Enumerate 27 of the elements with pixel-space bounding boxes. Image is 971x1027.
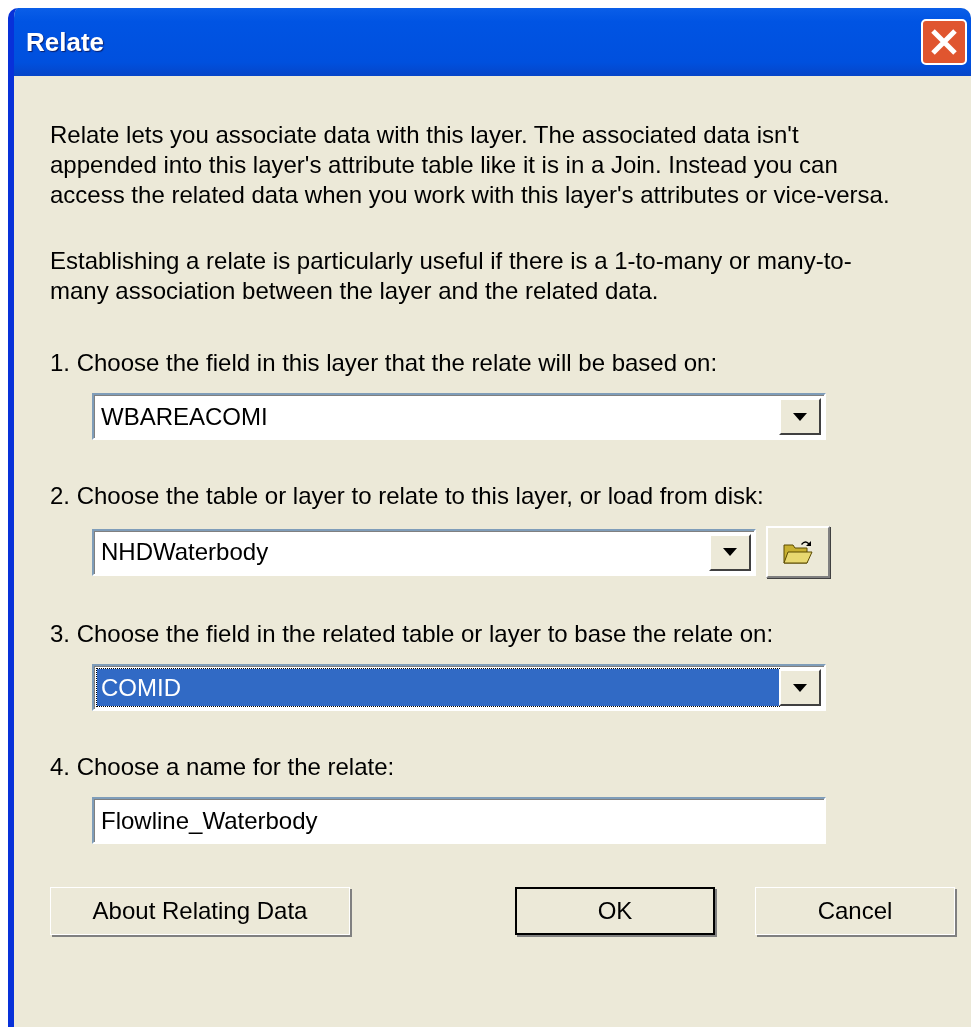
dropdown[interactable]: NHDWaterbody (92, 528, 756, 576)
window-title: Relate (26, 26, 105, 58)
close-button[interactable] (921, 19, 967, 65)
dropdown-arrow-button[interactable] (779, 669, 821, 706)
caret-icon (793, 683, 807, 692)
input-field[interactable]: Flowline_Waterbody (92, 797, 826, 844)
caret-icon (723, 548, 737, 556)
step-label: 1. Choose the field in this layer that the relate will be based on: (50, 348, 719, 378)
dropdown-value: COMID (97, 669, 779, 706)
close-icon (929, 27, 959, 57)
dialog-button[interactable]: Cancel (755, 887, 955, 935)
dropdown[interactable]: WBAREACOMI (92, 393, 826, 440)
dialog-button[interactable]: OK (515, 887, 715, 935)
dropdown-value: WBAREACOMI (100, 401, 269, 432)
step-label: 3. Choose the field in the related table or layer to base the relate on: (50, 619, 775, 649)
browse-button[interactable] (766, 526, 830, 578)
description-text: Relate lets you associate data with this layer. The associated data isn't appended into this layer's attribute table like it is in a Join. Instead you can access the related data when you work with this layer's attributes or vice-versa. (50, 120, 891, 210)
dialog-button[interactable]: About Relating Data (50, 887, 350, 935)
dropdown-arrow-button[interactable] (709, 533, 751, 571)
description-text: Establishing a relate is particularly useful if there is a 1-to-many or many-to-many association between the layer and the related data. (50, 246, 853, 306)
dropdown-value: NHDWaterbody (100, 537, 270, 567)
dropdown-arrow-button[interactable] (779, 398, 821, 435)
dropdown[interactable]: COMID (92, 664, 826, 711)
step-label: 2. Choose the table or layer to relate to this layer, or load from disk: (50, 481, 765, 511)
caret-icon (793, 412, 807, 421)
step-label: 4. Choose a name for the relate: (50, 752, 396, 782)
folder-icon (783, 539, 813, 565)
